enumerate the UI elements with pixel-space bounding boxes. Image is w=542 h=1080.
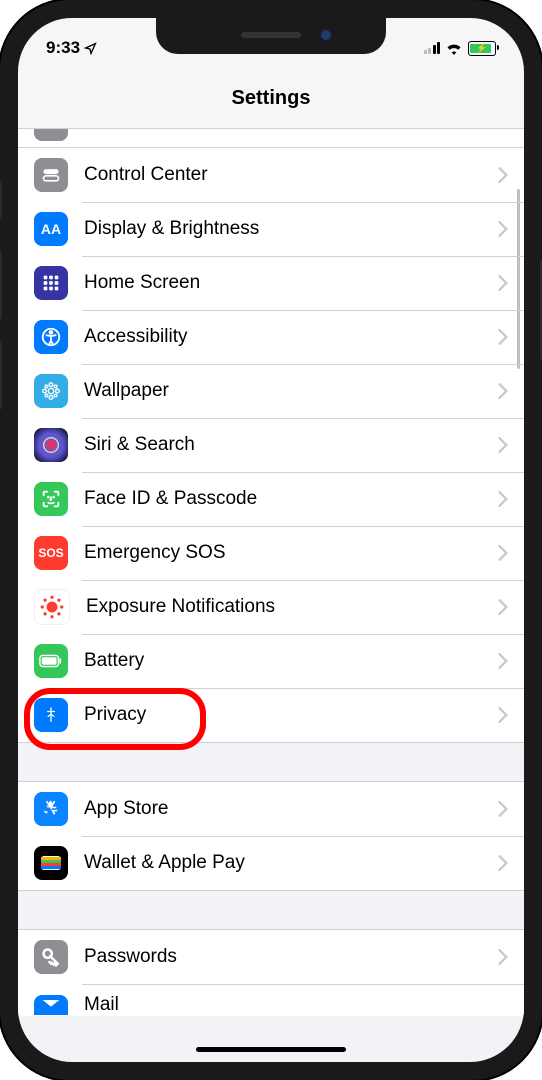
partial-row-top[interactable]: [18, 129, 524, 148]
screen: 9:33 Settings: [18, 18, 524, 1062]
row-label: Accessibility: [84, 326, 498, 348]
chevron-right-icon: [498, 855, 508, 871]
row-home-screen[interactable]: Home Screen: [18, 256, 524, 310]
row-battery[interactable]: Battery: [18, 634, 524, 688]
row-label: Privacy: [84, 704, 498, 726]
control-center-icon: [34, 158, 68, 192]
battery-icon: [468, 41, 496, 56]
volume-up-button: [0, 250, 2, 320]
row-label: Exposure Notifications: [86, 596, 498, 618]
faceid-icon: [34, 482, 68, 516]
page-title: Settings: [18, 73, 524, 129]
mail-icon: [34, 995, 68, 1015]
row-wallet-apple-pay[interactable]: Wallet & Apple Pay: [18, 836, 524, 890]
chevron-right-icon: [498, 653, 508, 669]
row-app-store[interactable]: App Store: [18, 782, 524, 836]
row-faceid-passcode[interactable]: Face ID & Passcode: [18, 472, 524, 526]
phone-frame: 9:33 Settings: [0, 0, 542, 1080]
row-label: Display & Brightness: [84, 218, 498, 240]
notch: [156, 18, 386, 54]
row-label: Emergency SOS: [84, 542, 498, 564]
display-icon: AA: [34, 212, 68, 246]
row-label: Mail: [84, 994, 508, 1016]
row-passwords[interactable]: Passwords: [18, 930, 524, 984]
row-accessibility[interactable]: Accessibility: [18, 310, 524, 364]
chevron-right-icon: [498, 275, 508, 291]
row-emergency-sos[interactable]: SOS Emergency SOS: [18, 526, 524, 580]
chevron-right-icon: [498, 599, 508, 615]
row-label: Wallet & Apple Pay: [84, 852, 498, 874]
clock-text: 9:33: [46, 38, 80, 58]
exposure-icon: [34, 589, 70, 625]
row-label: Passwords: [84, 946, 498, 968]
location-icon: [84, 42, 97, 55]
chevron-right-icon: [498, 167, 508, 183]
accessibility-icon: [34, 320, 68, 354]
group-separator: [18, 890, 524, 930]
status-icons: [424, 41, 497, 56]
home-indicator[interactable]: [196, 1047, 346, 1052]
chevron-right-icon: [498, 491, 508, 507]
cellular-icon: [424, 42, 441, 54]
settings-group-2: App Store Wallet & Apple Pay: [18, 782, 524, 890]
wifi-icon: [445, 42, 463, 55]
settings-group-1: Control Center AA Display & Brightness H…: [18, 148, 524, 742]
group-separator: [18, 742, 524, 782]
app-store-icon: [34, 792, 68, 826]
chevron-right-icon: [498, 801, 508, 817]
siri-icon: [34, 428, 68, 462]
privacy-icon: [34, 698, 68, 732]
chevron-right-icon: [498, 329, 508, 345]
chevron-right-icon: [498, 437, 508, 453]
home-screen-icon: [34, 266, 68, 300]
row-label: Face ID & Passcode: [84, 488, 498, 510]
row-display-brightness[interactable]: AA Display & Brightness: [18, 202, 524, 256]
row-control-center[interactable]: Control Center: [18, 148, 524, 202]
row-label: App Store: [84, 798, 498, 820]
wallpaper-icon: [34, 374, 68, 408]
wallet-icon: [34, 846, 68, 880]
row-mail-partial[interactable]: Mail: [18, 984, 524, 1016]
sos-icon: SOS: [34, 536, 68, 570]
chevron-right-icon: [498, 949, 508, 965]
volume-down-button: [0, 340, 2, 410]
chevron-right-icon: [498, 383, 508, 399]
chevron-right-icon: [498, 707, 508, 723]
mute-switch: [0, 180, 2, 220]
settings-list-container[interactable]: Control Center AA Display & Brightness H…: [18, 129, 524, 1062]
row-wallpaper[interactable]: Wallpaper: [18, 364, 524, 418]
passwords-icon: [34, 940, 68, 974]
chevron-right-icon: [498, 221, 508, 237]
row-label: Siri & Search: [84, 434, 498, 456]
chevron-right-icon: [498, 545, 508, 561]
row-label: Wallpaper: [84, 380, 498, 402]
settings-group-3: Passwords Mail: [18, 930, 524, 1016]
row-label: Battery: [84, 650, 498, 672]
status-time: 9:33: [46, 38, 97, 58]
partial-icon: [34, 129, 68, 141]
row-privacy[interactable]: Privacy: [18, 688, 524, 742]
row-label: Home Screen: [84, 272, 498, 294]
row-label: Control Center: [84, 164, 498, 186]
row-siri-search[interactable]: Siri & Search: [18, 418, 524, 472]
row-exposure-notifications[interactable]: Exposure Notifications: [18, 580, 524, 634]
battery-icon-row: [34, 644, 68, 678]
